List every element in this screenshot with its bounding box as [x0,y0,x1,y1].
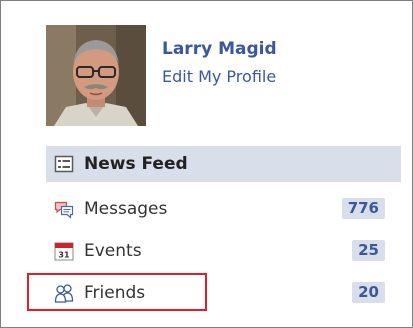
nav-item-events[interactable]: 31 Events 25 [46,233,401,269]
nav-item-messages[interactable]: Messages 776 [46,191,401,227]
friends-count-badge: 20 [352,282,385,303]
nav-item-news-feed[interactable]: News Feed [46,146,401,182]
messages-count-badge: 776 [341,198,385,219]
calendar-icon: 31 [54,242,74,261]
messages-icon [54,201,74,219]
profile-photo[interactable] [46,25,146,126]
profile-photo-image [46,25,146,126]
nav-label-news-feed: News Feed [84,154,188,174]
calendar-icon-day: 31 [58,251,70,260]
sidebar-panel: Larry Magid Edit My Profile News Feed Me… [0,0,413,328]
events-count-badge: 25 [352,240,385,261]
edit-profile-link[interactable]: Edit My Profile [162,67,276,86]
nav-label-events: Events [84,241,142,261]
friends-highlight-box [27,273,207,311]
profile-name-link[interactable]: Larry Magid [162,39,277,59]
news-feed-icon [54,155,74,173]
nav-label-messages: Messages [84,199,168,219]
